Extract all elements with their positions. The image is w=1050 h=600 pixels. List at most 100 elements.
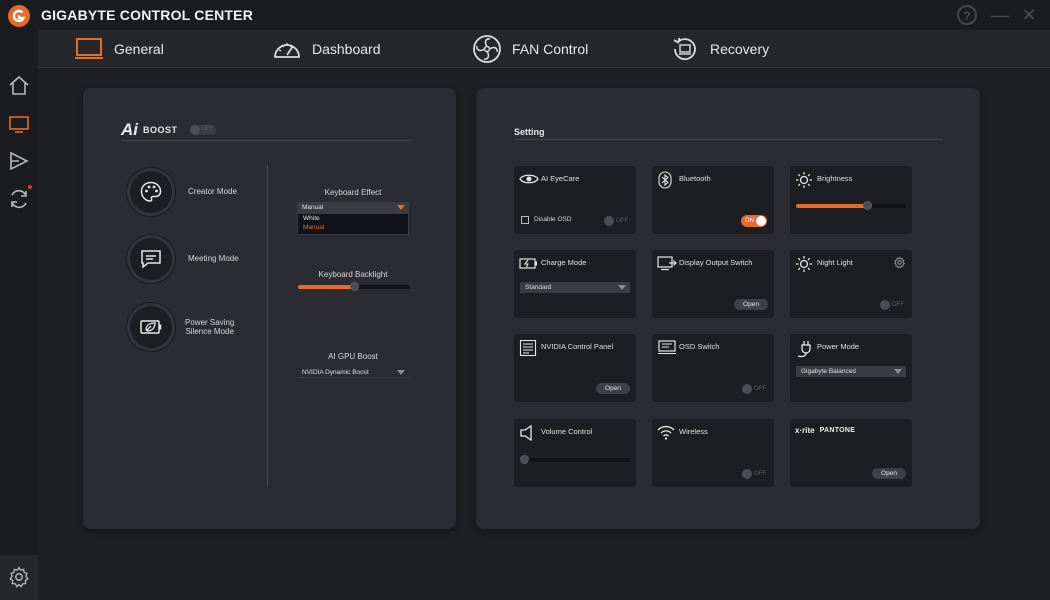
card-title: Display Output Switch [679, 258, 753, 267]
disable-osd-label: Disable OSD [534, 216, 572, 223]
tab-general[interactable]: General [74, 30, 164, 68]
eye-icon [519, 174, 539, 184]
volume-slider[interactable] [520, 455, 630, 464]
close-button[interactable]: ✕ [1018, 4, 1040, 26]
keyboard-backlight-slider[interactable] [298, 282, 410, 291]
ai-boost-label: BOOST [143, 125, 178, 135]
card-title: NVIDIA Control Panel [541, 342, 614, 351]
monitor-icon [75, 38, 103, 59]
pantone-brand: PANTONE [819, 427, 856, 434]
power-saving-mode-label: Power Saving Silence Mode [185, 318, 235, 336]
toggle-state: OFF [892, 302, 904, 308]
gigabyte-logo-icon [8, 5, 30, 27]
power-mode-select[interactable]: Gigabyte Balanced [796, 366, 906, 377]
setting-title: Setting [514, 127, 545, 137]
ai-gpu-boost-label: AI GPU Boost [328, 352, 378, 361]
settings-button[interactable] [0, 555, 38, 600]
card-title: OSD Switch [679, 342, 720, 351]
toggle-knob [880, 300, 890, 310]
setting-panel: Setting AI EyeCare Disable OSD OFF Bluet… [476, 88, 980, 529]
nvidia-open-button[interactable]: Open [596, 383, 630, 394]
minimize-button[interactable]: — [989, 4, 1011, 26]
disable-osd-checkbox[interactable] [521, 216, 529, 224]
ai-boost-header: Ai BOOST OFF [121, 120, 216, 140]
option-manual[interactable]: Manual [303, 223, 408, 232]
chevron-down-icon [397, 205, 405, 210]
sun-icon [796, 256, 812, 272]
tab-bar: General Dashboard FAN Control Recovery [38, 30, 1050, 68]
brightness-slider[interactable] [796, 201, 906, 210]
display-output-card: Display Output Switch Open [652, 250, 774, 318]
meeting-mode-button[interactable] [127, 235, 175, 283]
wireless-toggle[interactable]: OFF [742, 469, 766, 479]
charge-mode-select[interactable]: Standard [520, 282, 630, 293]
meeting-mode-label: Meeting Mode [188, 254, 239, 263]
slider-thumb[interactable] [520, 455, 529, 464]
home-icon[interactable] [7, 74, 31, 98]
toggle-knob [742, 469, 752, 479]
palette-icon [140, 181, 162, 202]
toggle-knob [756, 216, 766, 226]
monitor-icon[interactable] [7, 112, 31, 136]
gauge-icon [274, 43, 300, 58]
ai-mark: Ai [121, 120, 138, 139]
xrite-open-button[interactable]: Open [872, 468, 906, 479]
sidebar [0, 30, 38, 600]
card-title: Bluetooth [679, 174, 711, 183]
display-switch-icon [657, 256, 677, 271]
card-title: AI EyeCare [541, 174, 580, 183]
keyboard-effect-value: Manual [302, 204, 324, 211]
update-badge [28, 185, 32, 189]
fan-icon [473, 35, 501, 63]
help-button[interactable]: ? [957, 5, 977, 25]
ai-gpu-boost-value: NVIDIA Dynamic Boost [302, 369, 369, 376]
volume-control-card: Volume Control [514, 419, 636, 487]
night-light-toggle[interactable]: OFF [880, 300, 904, 310]
ai-boost-panel: Ai BOOST OFF Creator Mode Meeting Mode P… [83, 88, 456, 529]
recovery-icon [673, 37, 696, 61]
sync-icon[interactable] [7, 187, 31, 211]
battery-leaf-icon [140, 320, 162, 334]
chevron-down-icon [397, 370, 405, 375]
wireless-card: Wireless OFF [652, 419, 774, 487]
ai-gpu-boost-select[interactable]: NVIDIA Dynamic Boost [297, 367, 409, 378]
gear-icon[interactable] [893, 256, 906, 269]
power-saving-mode-button[interactable] [127, 303, 175, 351]
creator-mode-button[interactable] [127, 168, 175, 216]
card-title: Volume Control [541, 427, 593, 436]
ai-eyecare-card: AI EyeCare Disable OSD OFF [514, 166, 636, 234]
toggle-knob [189, 125, 200, 135]
display-output-open-button[interactable]: Open [734, 299, 768, 310]
chevron-down-icon [618, 285, 626, 290]
sun-icon [796, 172, 812, 188]
nvidia-control-panel-card: NVIDIA Control Panel Open [514, 334, 636, 402]
ai-boost-toggle[interactable]: OFF [189, 125, 216, 135]
card-title: Wireless [679, 427, 708, 436]
tab-label: FAN Control [512, 41, 589, 57]
ai-eyecare-toggle[interactable]: OFF [604, 216, 628, 226]
play-icon[interactable] [7, 149, 31, 173]
charge-mode-card: Charge Mode Standard [514, 250, 636, 318]
slider-thumb[interactable] [863, 201, 872, 210]
title-bar: GIGABYTE CONTROL CENTER ? — ✕ [0, 0, 1050, 30]
card-title: Night Light [817, 258, 853, 267]
tab-recovery[interactable]: Recovery [670, 30, 769, 68]
xrite-brand: x·rite [795, 426, 815, 435]
tab-dashboard[interactable]: Dashboard [272, 30, 381, 68]
osd-icon [658, 340, 676, 355]
divider [121, 140, 411, 141]
divider [267, 165, 268, 487]
tab-fan-control[interactable]: FAN Control [472, 30, 588, 68]
option-white[interactable]: White [303, 214, 408, 223]
tab-label: Recovery [710, 41, 770, 57]
bluetooth-icon [658, 171, 672, 189]
creator-mode-label: Creator Mode [188, 187, 237, 196]
osd-switch-toggle[interactable]: OFF [742, 384, 766, 394]
bluetooth-toggle[interactable]: ON [741, 215, 767, 227]
slider-fill [796, 204, 866, 208]
toggle-state: OFF [616, 218, 628, 224]
keyboard-effect-select[interactable]: Manual [297, 202, 409, 213]
wifi-icon [657, 425, 675, 440]
divider [514, 139, 943, 140]
slider-thumb[interactable] [350, 282, 359, 291]
